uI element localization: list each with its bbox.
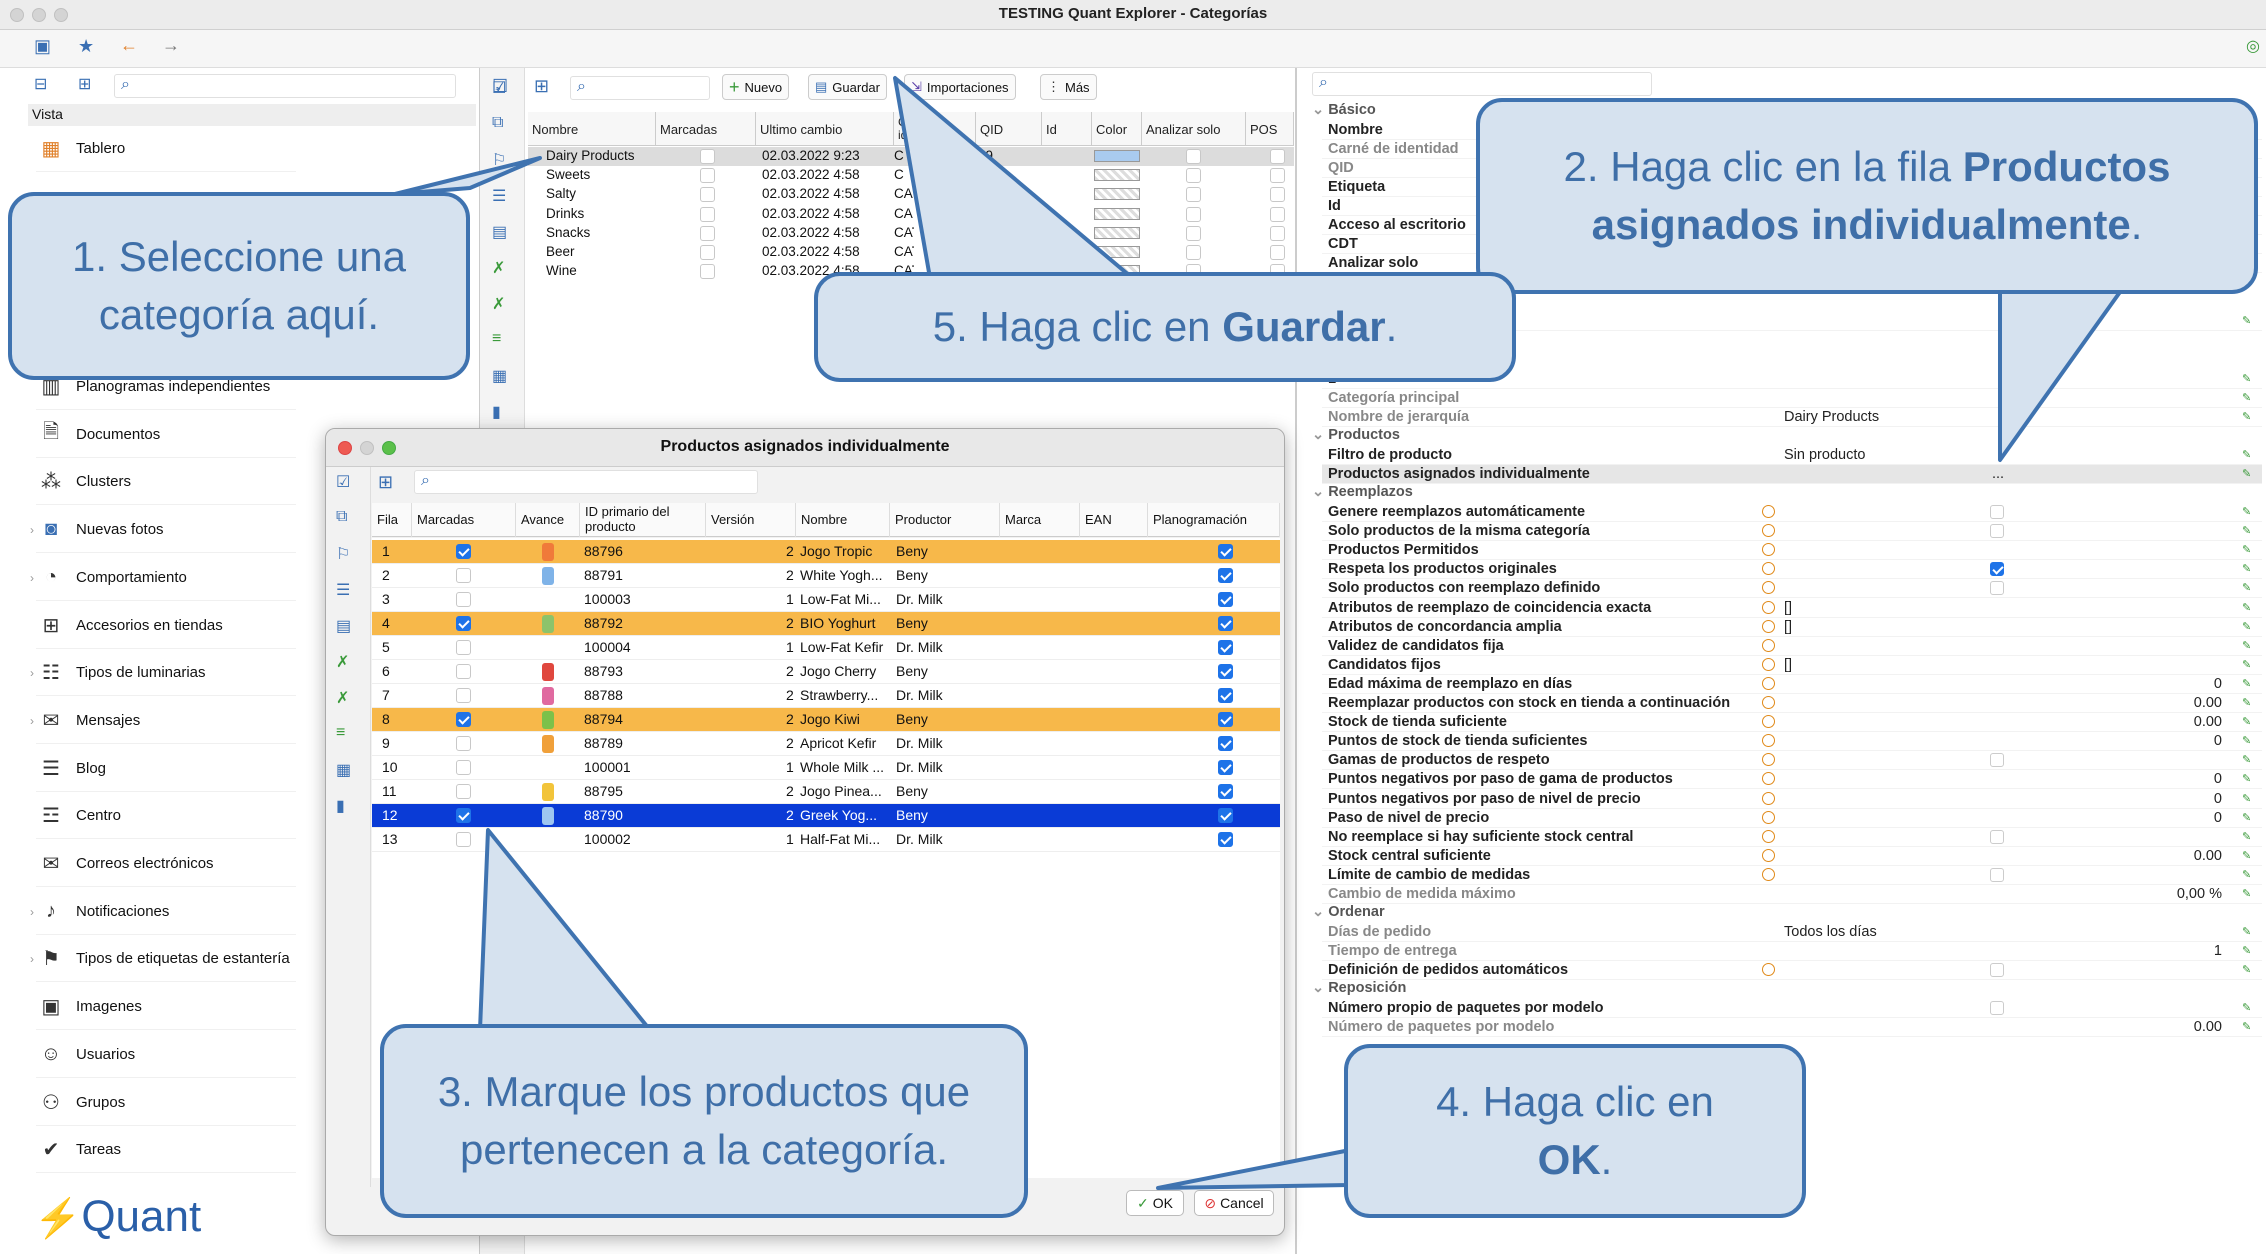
- pointer-4: [1156, 1148, 1352, 1190]
- pointer-3: [478, 828, 652, 1032]
- callout-4: 4. Haga clic en OK.: [1344, 1044, 1806, 1218]
- callout-5: 5. Haga clic en Guardar.: [814, 272, 1516, 382]
- pointer-5: [893, 76, 1132, 280]
- pointer-2: [1998, 290, 2122, 462]
- pointer-1: [393, 156, 542, 196]
- callout-1: 1. Seleccione una categoría aquí.: [8, 192, 470, 380]
- callout-3: 3. Marque los productos que pertenecen a…: [380, 1024, 1028, 1218]
- callout-2: 2. Haga clic en la fila Productos asigna…: [1476, 98, 2258, 294]
